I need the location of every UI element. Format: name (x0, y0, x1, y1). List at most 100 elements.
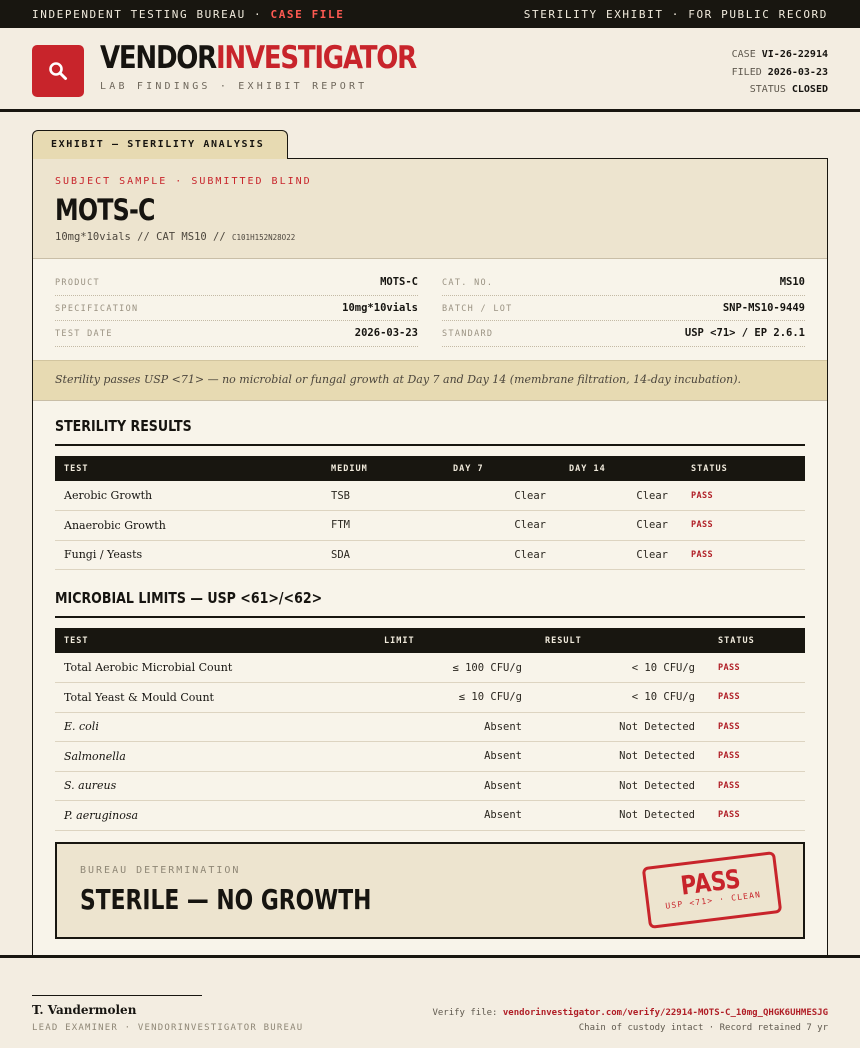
info-row-cat-no: CAT. NO. MS10 (442, 270, 805, 296)
table-row: Aerobic Growth TSB Clear Clear PASS (55, 481, 805, 511)
top-strip: INDEPENDENT TESTING BUREAU · CASE FILE S… (0, 0, 860, 28)
table-header-row: TEST MEDIUM DAY 7 DAY 14 STATUS (55, 456, 805, 481)
filed-label: FILED (731, 66, 762, 78)
signature-line (32, 995, 202, 996)
brand-name-part1: VENDOR (100, 40, 217, 76)
status-badge: PASS (709, 653, 805, 683)
microbial-title: MICROBIAL LIMITS — USP <61>/<62> (55, 589, 323, 607)
info-row-standard: STANDARD USP <71> / EP 2.6.1 (442, 321, 805, 347)
table-row: Total Yeast & Mould Count ≤ 10 CFU/g < 1… (55, 682, 805, 713)
subject-name: MOTS-C (55, 193, 155, 227)
status-badge: PASS (709, 771, 805, 801)
verify-link[interactable]: vendorinvestigator.com/verify/22914-MOTS… (503, 1008, 828, 1018)
result: < 10 CFU/g (536, 653, 709, 683)
magnifier-icon (49, 62, 67, 80)
info-value: MOTS-C (380, 276, 418, 288)
report-footer: T. Vandermolen LEAD EXAMINER · VENDORINV… (0, 955, 860, 1048)
subject-line: 10mg*10vials // CAT MS10 // (55, 231, 226, 243)
top-strip-right: STERILITY EXHIBIT · FOR PUBLIC RECORD (523, 7, 828, 21)
day14-result: Clear (560, 540, 682, 570)
table-row: P. aeruginosa Absent Not Detected PASS (55, 800, 805, 831)
case-number: VI-26-22914 (761, 49, 828, 60)
molecular-formula: C101H152N28O22 (232, 233, 296, 242)
exhibit-tab: EXHIBIT — STERILITY ANALYSIS (32, 130, 288, 159)
sample-info-left: PRODUCT MOTS-C SPECIFICATION 10mg*10vial… (55, 270, 418, 360)
col-header: DAY 7 (444, 456, 560, 481)
report-header: VENDORINVESTIGATOR LAB FINDINGS · EXHIBI… (0, 28, 860, 112)
status-badge: PASS (709, 800, 805, 831)
section-rule (55, 616, 805, 618)
table-row: S. aureus Absent Not Detected PASS (55, 771, 805, 801)
table-row: Anaerobic Growth FTM Clear Clear PASS (55, 510, 805, 541)
info-label: PRODUCT (55, 278, 100, 288)
determination-kicker: BUREAU DETERMINATION (80, 865, 241, 876)
col-header: STATUS (682, 456, 805, 481)
day7-result: Clear (444, 510, 560, 541)
subject-details: 10mg*10vials // CAT MS10 // C101H152N28O… (55, 231, 827, 243)
case-meta: CASE VI-26-22914 FILED 2026-03-23 STATUS… (732, 46, 828, 99)
info-value: 10mg*10vials (342, 301, 418, 314)
result: Not Detected (536, 800, 709, 831)
info-label: TEST DATE (55, 329, 113, 339)
limit: ≤ 100 CFU/g (375, 653, 536, 683)
status-badge: PASS (682, 481, 805, 511)
case-label: CASE (731, 49, 756, 60)
limit: Absent (375, 712, 536, 742)
test-name: Total Aerobic Microbial Count (55, 653, 375, 683)
day7-result: Clear (444, 540, 560, 570)
col-header: TEST (55, 456, 322, 481)
top-strip-left: INDEPENDENT TESTING BUREAU · CASE FILE (32, 8, 344, 21)
info-label: CAT. NO. (442, 278, 494, 288)
col-header: MEDIUM (322, 456, 444, 481)
verify-block: Verify file: vendorinvestigator.com/veri… (432, 1006, 828, 1036)
table-row: Total Aerobic Microbial Count ≤ 100 CFU/… (55, 653, 805, 683)
info-row-test-date: TEST DATE 2026-03-23 (55, 321, 418, 347)
info-value: 2026-03-23 (354, 327, 418, 339)
sterility-table: TEST MEDIUM DAY 7 DAY 14 STATUS Aerobic … (55, 456, 805, 570)
test-name: S. aureus (55, 771, 375, 801)
medium: TSB (322, 481, 444, 511)
brand-subtitle: LAB FINDINGS · EXHIBIT REPORT (100, 81, 368, 92)
result: Not Detected (536, 771, 709, 801)
brand-name-part2: INVESTIGATOR (215, 40, 417, 76)
custody-note: Chain of custody intact · Record retaine… (578, 1023, 828, 1033)
status-label: STATUS (749, 84, 786, 95)
test-name: Total Yeast & Mould Count (55, 682, 375, 713)
medium: FTM (322, 510, 444, 541)
exhibit-panel: SUBJECT SAMPLE · SUBMITTED BLIND MOTS-C … (32, 158, 828, 956)
pass-stamp: PASS USP <71> · CLEAN (641, 851, 783, 929)
info-row-specification: SPECIFICATION 10mg*10vials (55, 296, 418, 321)
col-header: STATUS (709, 628, 805, 653)
table-row: E. coli Absent Not Detected PASS (55, 712, 805, 742)
col-header: RESULT (536, 628, 709, 653)
test-name: Aerobic Growth (55, 481, 322, 511)
limit: Absent (375, 771, 536, 801)
col-header: TEST (55, 628, 375, 653)
table-row: Fungi / Yeasts SDA Clear Clear PASS (55, 540, 805, 570)
day7-result: Clear (444, 481, 560, 511)
info-value: USP <71> / EP 2.6.1 (684, 327, 805, 339)
section-rule (55, 444, 805, 446)
bureau-determination: BUREAU DETERMINATION STERILE — NO GROWTH… (55, 842, 805, 939)
sterility-title: STERILITY RESULTS (55, 417, 192, 435)
status-badge: PASS (682, 510, 805, 541)
info-row-product: PRODUCT MOTS-C (55, 270, 418, 296)
signer-role: LEAD EXAMINER · VENDORINVESTIGATOR BUREA… (32, 1023, 304, 1033)
info-value: MS10 (779, 276, 805, 288)
microbial-table: TEST LIMIT RESULT STATUS Total Aerobic M… (55, 628, 805, 831)
test-name: P. aeruginosa (55, 800, 375, 831)
result: Not Detected (536, 712, 709, 742)
info-label: BATCH / LOT (442, 303, 513, 314)
status-badge: PASS (709, 712, 805, 742)
case-status: CLOSED (791, 84, 828, 95)
logo (32, 45, 84, 97)
subject-kicker: SUBJECT SAMPLE · SUBMITTED BLIND (55, 176, 312, 187)
status-badge: PASS (709, 741, 805, 772)
case-file-label: CASE FILE (270, 7, 345, 21)
brand-name: VENDORINVESTIGATOR (100, 40, 417, 76)
bureau-label: INDEPENDENT TESTING BUREAU · (32, 7, 263, 21)
limit: Absent (375, 741, 536, 772)
info-value: SNP-MS10-9449 (722, 301, 805, 314)
status-badge: PASS (682, 540, 805, 570)
limit: Absent (375, 800, 536, 831)
